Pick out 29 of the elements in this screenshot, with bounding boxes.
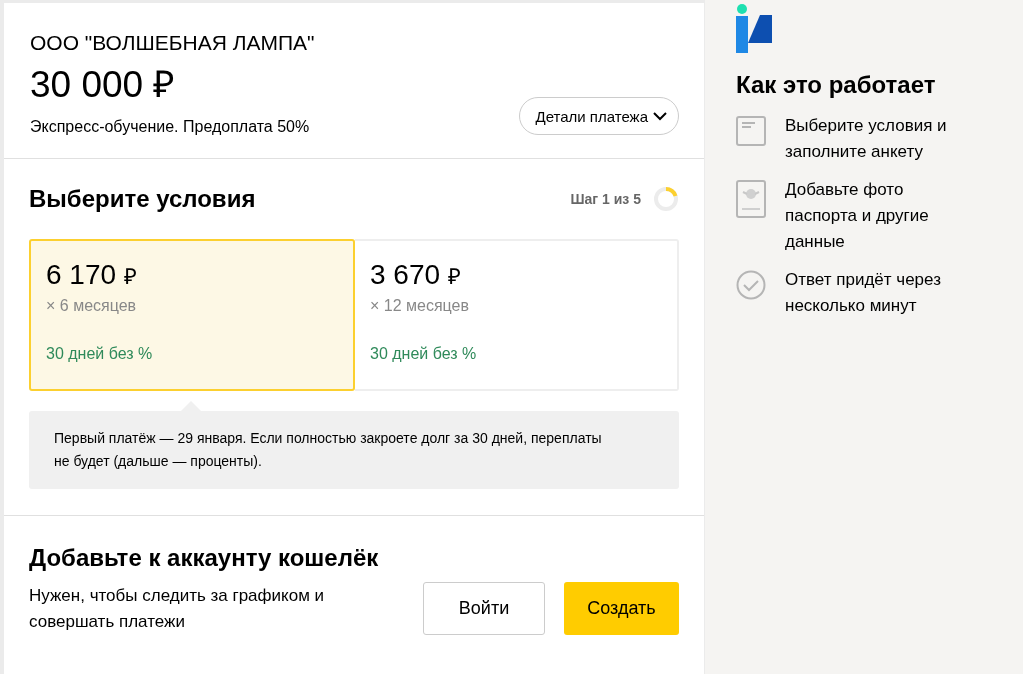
term-option[interactable]: 6 170 ₽ × 6 месяцев 30 дней без % <box>29 239 355 391</box>
details-button[interactable]: Детали платежа <box>518 97 679 135</box>
monthly-payment: 3 670 ₽ <box>370 259 461 291</box>
term-option[interactable]: 3 670 ₽ × 12 месяцев 30 дней без % <box>355 239 679 391</box>
section-title: Выберите условия <box>29 185 256 213</box>
side-title: Как это работает <box>736 71 936 99</box>
promo-text: 30 дней без % <box>46 345 153 363</box>
step-text: Ответ придёт через несколько минут <box>785 269 942 317</box>
merchant-name: ООО "ВОЛШЕБНАЯ ЛАМПА" <box>30 31 315 55</box>
payment-description: Экспресс-обучение. Предоплата 50% <box>30 118 310 136</box>
passport-icon <box>736 180 766 218</box>
wallet-title: Добавьте к аккаунту кошелёк <box>29 544 380 572</box>
step-text: Выберите условия и заполните анкету <box>785 115 948 163</box>
login-button[interactable]: Войти <box>423 582 545 635</box>
create-button[interactable]: Создать <box>564 582 679 635</box>
term-period: × 6 месяцев <box>46 297 137 315</box>
payment-amount: 30 000 ₽ <box>30 63 176 107</box>
logo-icon <box>736 3 774 53</box>
promo-text: 30 дней без % <box>370 345 477 363</box>
chevron-down-icon <box>652 111 668 121</box>
step-text: Добавьте фото паспорта и другие данные <box>785 179 930 253</box>
progress-ring <box>653 186 679 212</box>
monthly-payment: 6 170 ₽ <box>46 259 137 291</box>
step-counter: Шаг 1 из 5 <box>570 191 641 207</box>
form-icon <box>736 116 766 146</box>
check-icon <box>736 270 766 300</box>
wallet-description: Нужен, чтобы следить за графиком и совершать платежи <box>29 584 326 633</box>
payment-note: Первый платёж — 29 января. Если полностью закроете долг за 30 дней, переплаты не будет (дальше — проценты). <box>29 411 679 489</box>
term-period: × 12 месяцев <box>370 297 469 315</box>
